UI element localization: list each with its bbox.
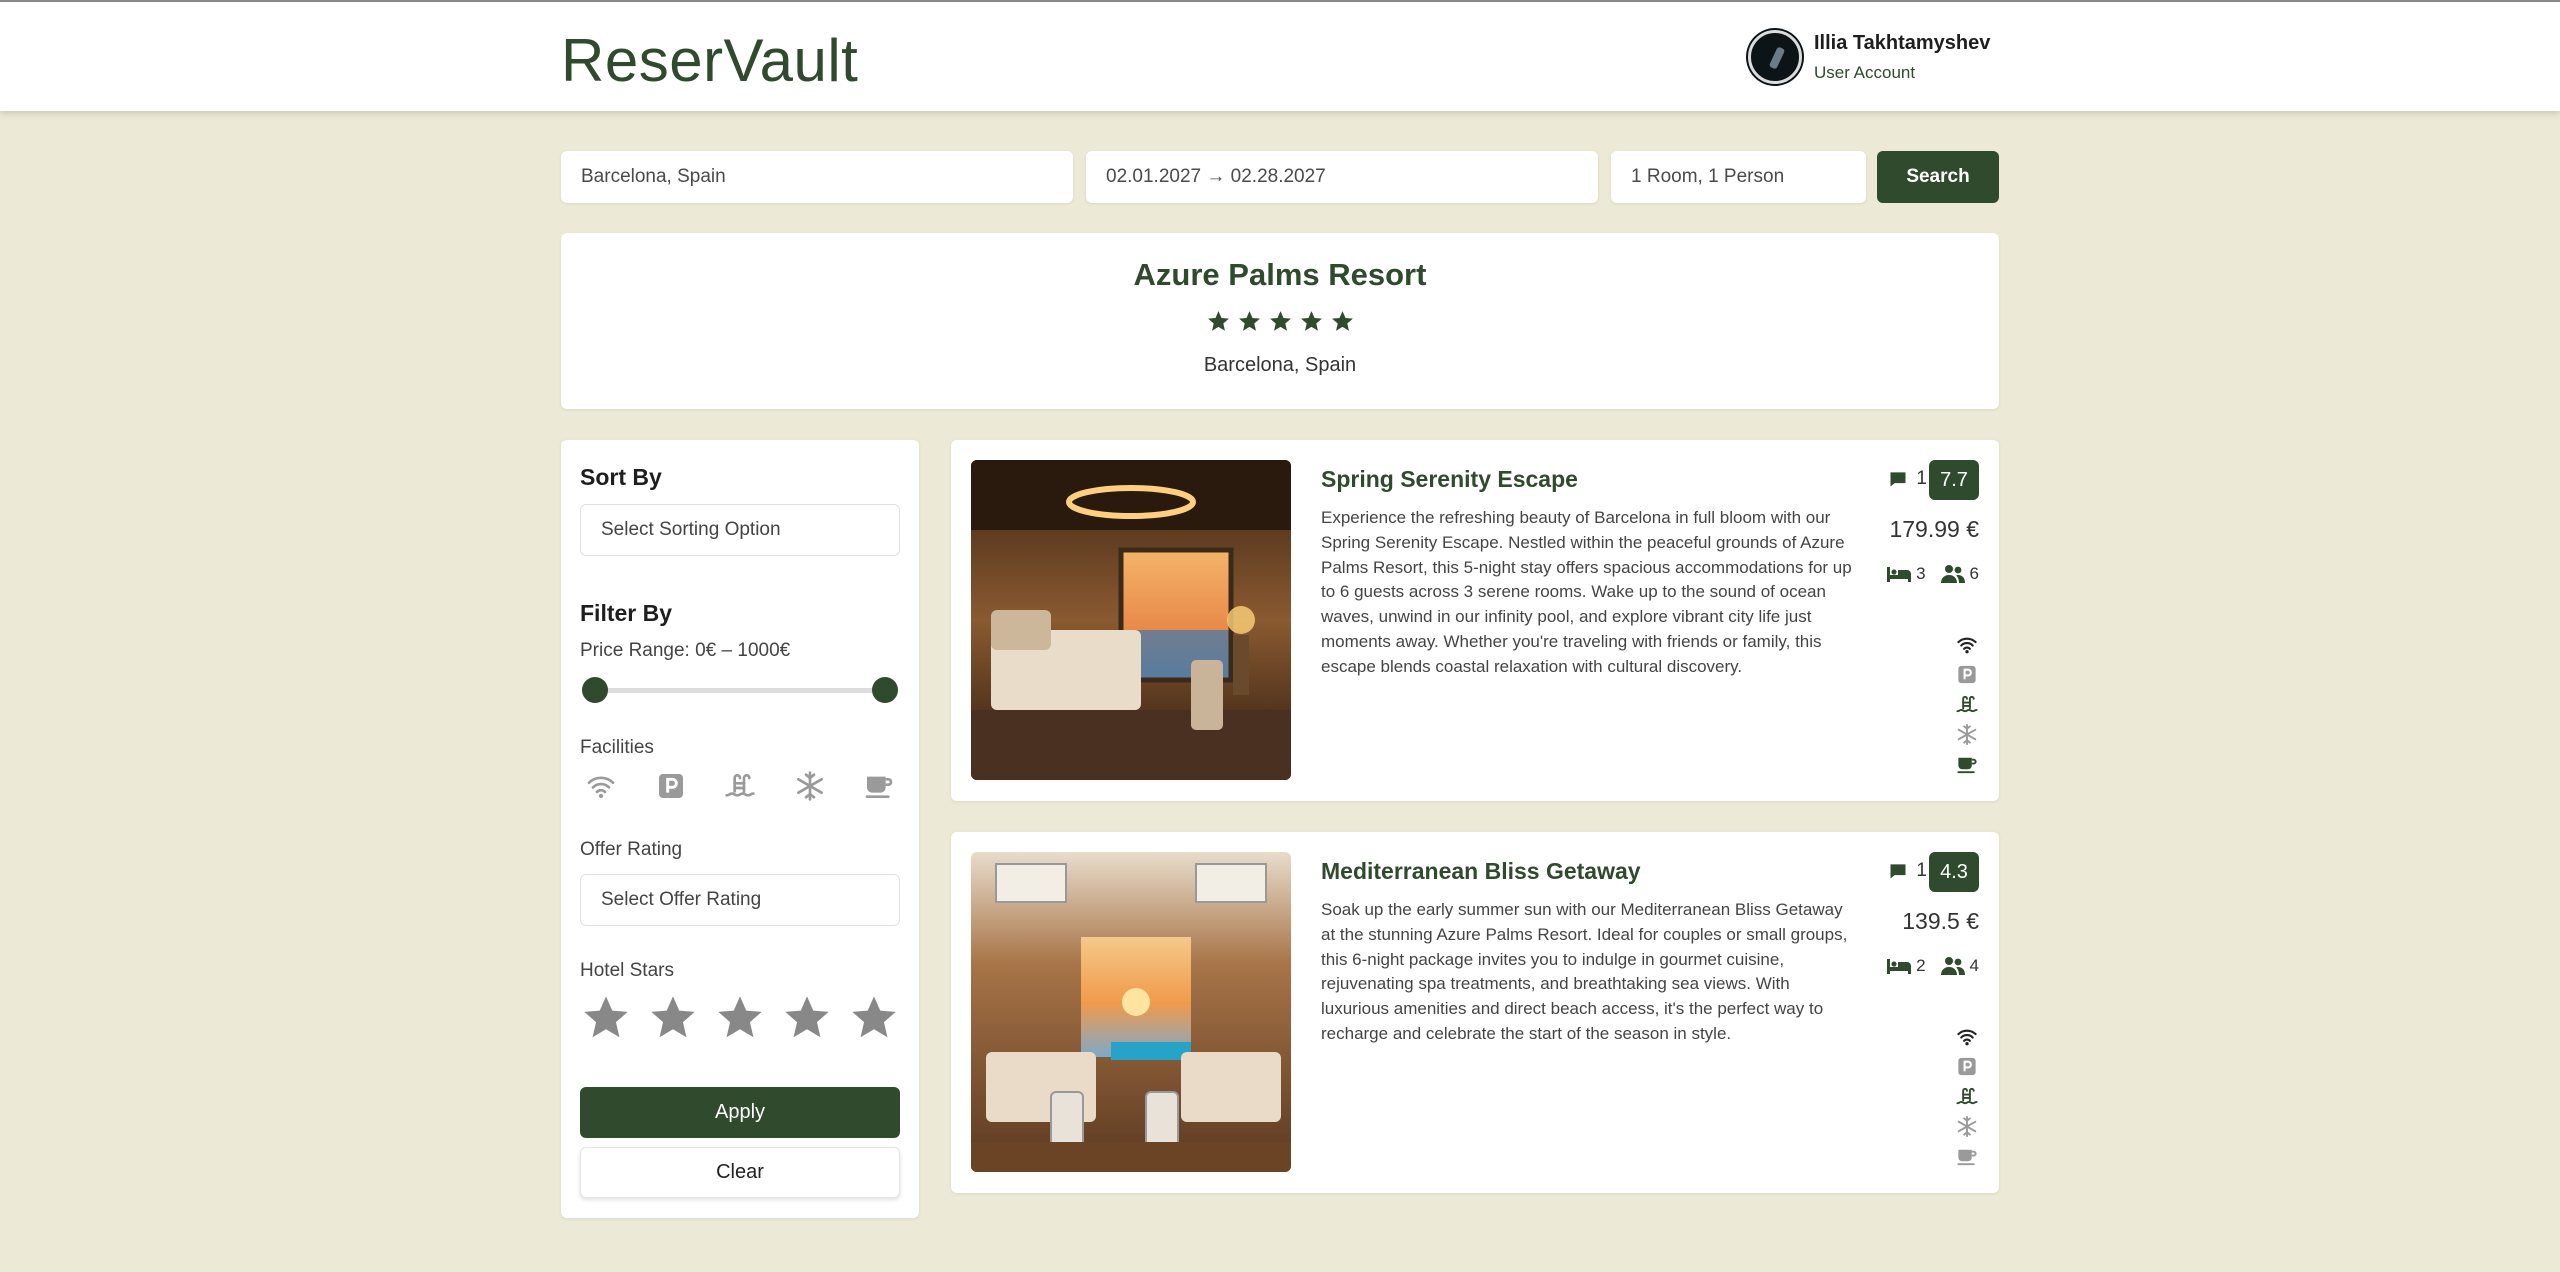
offer-rating-select[interactable]: Select Offer Rating — [580, 874, 900, 926]
clear-button[interactable]: Clear — [580, 1147, 900, 1198]
air-conditioning-icon — [1957, 1115, 1977, 1138]
bed-icon — [1887, 959, 1912, 974]
people-icon — [1940, 957, 1965, 975]
offer-price: 179.99 € — [1889, 516, 1979, 542]
breakfast-icon[interactable] — [863, 770, 895, 802]
pool-icon — [1956, 1087, 1978, 1105]
offer-title[interactable]: Spring Serenity Escape — [1321, 466, 1578, 493]
wifi-icon — [1957, 1029, 1977, 1046]
app-logo[interactable]: ReserVault — [561, 26, 858, 95]
star-icon — [1238, 311, 1260, 331]
star-icon[interactable] — [781, 992, 833, 1044]
persons-count: 4 — [1969, 956, 1979, 975]
price-max-handle[interactable] — [872, 677, 898, 703]
apply-button[interactable]: Apply — [580, 1087, 900, 1138]
facilities-label: Facilities — [580, 737, 654, 758]
parking-icon — [1958, 1057, 1976, 1076]
rating-badge: 7.7 — [1929, 460, 1979, 500]
offer-image[interactable] — [971, 852, 1291, 1172]
people-icon — [1940, 565, 1965, 583]
hotel-name: Azure Palms Resort — [1133, 257, 1427, 292]
rating-badge: 4.3 — [1929, 852, 1979, 892]
top-header: ReserVault Illia Takhtamyshev User Accou… — [0, 0, 2560, 111]
offer-rating-label: Offer Rating — [580, 839, 683, 860]
facilities-filter — [580, 770, 900, 802]
bed-icon — [1887, 567, 1912, 582]
star-icon — [1269, 311, 1291, 331]
comment-icon — [1890, 864, 1906, 879]
star-icon[interactable] — [580, 992, 632, 1044]
search-button[interactable]: Search — [1877, 151, 1999, 203]
comment-icon — [1890, 472, 1906, 487]
reviews-count-value: 1 — [1916, 468, 1927, 489]
star-icon[interactable] — [848, 992, 900, 1044]
offer-image[interactable] — [971, 460, 1291, 780]
star-icon — [1207, 311, 1229, 331]
user-role: User Account — [1814, 62, 1916, 82]
breakfast-icon — [1957, 757, 1977, 774]
offer-card[interactable]: Mediterranean Bliss Getaway Soak up the … — [951, 832, 1999, 1193]
parking-icon — [1958, 665, 1976, 684]
air-conditioning-icon — [1957, 723, 1977, 746]
parking-icon[interactable] — [655, 770, 687, 802]
offer-price: 139.5 € — [1902, 908, 1979, 934]
reviews-count: 1 — [1888, 468, 1927, 490]
wifi-icon[interactable] — [585, 770, 617, 802]
guests-input[interactable]: 1 Room, 1 Person — [1611, 151, 1866, 203]
sort-by-heading: Sort By — [580, 464, 662, 490]
hotel-stars-filter — [580, 992, 900, 1044]
filter-by-heading: Filter By — [580, 600, 673, 626]
wifi-icon — [1957, 637, 1977, 654]
reviews-count-value: 1 — [1916, 860, 1927, 881]
capacity-info: 3 6 — [1886, 564, 1979, 584]
hotel-stars-label: Hotel Stars — [580, 960, 674, 981]
hotel-location: Barcelona, Spain — [1203, 354, 1357, 376]
rooms-count: 2 — [1916, 956, 1926, 975]
amenities-list — [1955, 1025, 1979, 1168]
price-range-slider[interactable] — [593, 688, 881, 693]
persons-count: 6 — [1969, 564, 1979, 583]
breakfast-icon — [1957, 1149, 1977, 1166]
reviews-count: 1 — [1888, 860, 1927, 882]
hotel-star-rating — [561, 309, 1999, 334]
offer-description: Soak up the early summer sun with our Me… — [1321, 900, 1848, 1043]
star-icon[interactable] — [714, 992, 766, 1044]
offer-title[interactable]: Mediterranean Bliss Getaway — [1321, 858, 1641, 885]
price-min-handle[interactable] — [582, 677, 608, 703]
pool-icon — [1956, 695, 1978, 713]
offer-card[interactable]: Spring Serenity Escape Experience the re… — [951, 440, 1999, 801]
amenities-list — [1955, 633, 1979, 776]
capacity-info: 2 4 — [1886, 956, 1979, 976]
rooms-count: 3 — [1916, 564, 1926, 583]
hotel-info-card: Azure Palms Resort Barcelona, Spain — [561, 233, 1999, 409]
star-icon[interactable] — [647, 992, 699, 1044]
date-range-input[interactable]: 02.01.2027 → 02.28.2027 — [1086, 151, 1598, 203]
offer-description: Experience the refreshing beauty of Barc… — [1321, 508, 1852, 676]
avatar[interactable] — [1748, 30, 1802, 84]
filter-sidebar: Sort By Select Sorting Option Filter By … — [561, 440, 919, 1218]
sort-select[interactable]: Select Sorting Option — [580, 504, 900, 556]
user-account-menu[interactable]: Illia Takhtamyshev User Account — [1748, 30, 1990, 84]
destination-input[interactable]: Barcelona, Spain — [561, 151, 1073, 203]
pool-icon[interactable] — [724, 770, 756, 802]
star-icon — [1300, 311, 1322, 331]
air-conditioning-icon[interactable] — [794, 770, 826, 802]
user-name: Illia Takhtamyshev — [1814, 31, 1991, 54]
price-range-label: Price Range: 0€ – 1000€ — [580, 640, 791, 661]
star-icon — [1331, 311, 1353, 331]
